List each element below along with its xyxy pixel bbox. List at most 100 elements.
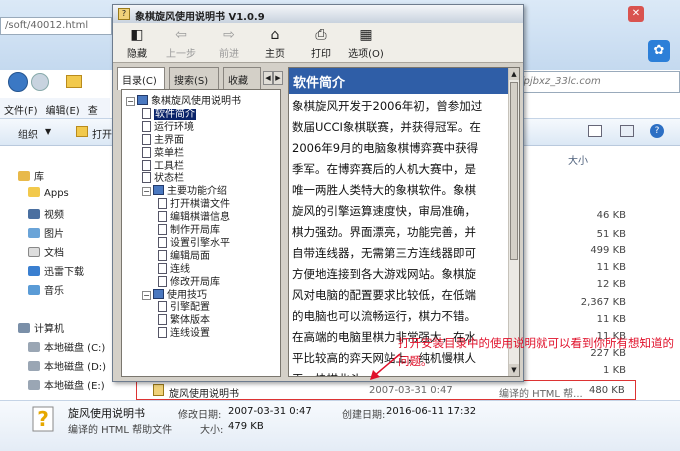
tree-item[interactable]: 设置引擎水平 bbox=[158, 236, 230, 250]
nav-item-music[interactable]: 音乐 bbox=[28, 282, 64, 297]
preview-pane-icon[interactable] bbox=[620, 125, 634, 137]
url-bar[interactable]: /soft/40012.html bbox=[0, 17, 112, 35]
tree-item-label: 连线设置 bbox=[170, 328, 210, 340]
nav-item-thunder[interactable]: 迅雷下载 bbox=[28, 263, 84, 278]
details-modified: 2007-03-31 0:47 bbox=[228, 406, 312, 417]
computer-icon bbox=[18, 323, 30, 333]
tree-item-label: 引擎配置 bbox=[170, 302, 210, 314]
nav-item-documents[interactable]: 文档 bbox=[28, 244, 64, 259]
nav-item-pictures[interactable]: 图片 bbox=[28, 225, 64, 240]
scroll-up-icon[interactable]: ▲ bbox=[509, 68, 519, 80]
details-created: 2016-06-11 17:32 bbox=[386, 406, 477, 417]
tree-item-label: 连线 bbox=[170, 263, 190, 275]
options-icon: ▦ bbox=[359, 27, 373, 43]
tab-favorites[interactable]: 收藏 bbox=[223, 67, 261, 89]
page-icon bbox=[158, 236, 167, 248]
tab-contents[interactable]: 目录(C) bbox=[117, 67, 165, 90]
options-button[interactable]: ▦ 选项(O) bbox=[341, 25, 391, 60]
tree-item[interactable]: 繁体版本 bbox=[158, 314, 210, 327]
tree-item[interactable]: 修改开局库 bbox=[158, 275, 220, 289]
organize-button[interactable]: 组织 bbox=[18, 126, 38, 141]
window-close-icon[interactable]: ✕ bbox=[628, 6, 644, 22]
tree-item[interactable]: 状态栏 bbox=[142, 172, 184, 185]
folder-icon bbox=[28, 187, 40, 197]
tree-item[interactable]: 打开棋谱文件 bbox=[158, 198, 230, 211]
music-icon bbox=[28, 285, 40, 295]
nav-item-apps[interactable]: Apps bbox=[28, 187, 69, 199]
tree-item[interactable]: 菜单栏 bbox=[142, 146, 184, 160]
help-window-title: 象棋旋风使用说明书 V1.0.9 bbox=[113, 5, 523, 23]
tree-item[interactable]: 运行环境 bbox=[142, 120, 194, 134]
file-type: 编译的 HTML 帮... bbox=[499, 389, 583, 400]
video-icon bbox=[28, 209, 40, 219]
content-line: 的电脑也可以流畅运行，棋力不错。 bbox=[292, 309, 476, 323]
browser-logo-icon: ✿ bbox=[648, 40, 670, 62]
nav-drive-e[interactable]: 本地磁盘 (E:) bbox=[28, 377, 105, 392]
print-button[interactable]: ⎙ 打印 bbox=[299, 25, 343, 60]
forward-button[interactable] bbox=[31, 73, 49, 91]
tree-item[interactable]: − 主要功能介绍 bbox=[142, 185, 227, 198]
details-name: 旋风使用说明书 bbox=[68, 407, 145, 420]
tree-item[interactable]: 工具栏 bbox=[142, 159, 184, 173]
tree-item-label: 修改开局库 bbox=[170, 276, 220, 288]
nav-library[interactable]: 库 bbox=[18, 168, 44, 183]
view-options-icon[interactable] bbox=[588, 125, 602, 137]
tree-item-label: 主要功能介绍 bbox=[167, 186, 227, 198]
details-created-label: 创建日期: bbox=[342, 410, 386, 421]
content-line: 2006年9月的电脑象棋博弈赛中获得 bbox=[292, 141, 479, 155]
address-bar[interactable]: fpjbxz_33lc.com bbox=[515, 71, 680, 93]
page-icon bbox=[142, 146, 151, 158]
contents-tree: − 象棋旋风使用说明书 软件简介 运行环境 主界面 菜单栏 工具栏 状态栏 − 主要功能介绍 打开棋… bbox=[121, 89, 281, 377]
nav-item-videos[interactable]: 视频 bbox=[28, 206, 64, 221]
content-scrollbar[interactable]: ▲ ▼ bbox=[508, 68, 519, 376]
content-line: 唯一两胜人类特大的象棋软件。象棋 bbox=[292, 183, 476, 197]
tree-item-label: 繁体版本 bbox=[170, 315, 210, 327]
tree-item[interactable]: − 使用技巧 bbox=[142, 288, 207, 302]
tree-item-label: 软件简介 bbox=[154, 108, 196, 120]
page-icon bbox=[158, 224, 167, 235]
tree-item[interactable]: 软件简介 bbox=[142, 107, 196, 121]
nav-computer[interactable]: 计算机 bbox=[18, 320, 64, 335]
scrollbar-thumb[interactable] bbox=[510, 82, 518, 260]
tree-item[interactable]: 引擎配置 bbox=[158, 301, 210, 314]
size-column-header[interactable]: 大小 bbox=[568, 152, 588, 167]
page-icon bbox=[158, 262, 167, 274]
annotation-text: 打开安装目录中的使用说明就可以看到你所有想知道的问题。 bbox=[398, 336, 674, 368]
tab-search[interactable]: 搜索(S) bbox=[169, 67, 219, 89]
forward-button[interactable]: ⇨ 前进 bbox=[207, 25, 251, 60]
tree-item[interactable]: 连线设置 bbox=[158, 327, 210, 340]
tab-scroll-left-icon[interactable]: ◀ bbox=[263, 71, 273, 85]
file-size: 499 KB bbox=[590, 245, 626, 256]
tree-item[interactable]: 制作开局库 bbox=[158, 224, 220, 237]
tree-item[interactable]: 编辑局面 bbox=[158, 249, 210, 263]
page-icon bbox=[142, 159, 151, 171]
nav-drive-c[interactable]: 本地磁盘 (C:) bbox=[28, 339, 105, 354]
content-pane: 软件简介 象棋旋风开发于2006年初，曾参加过 数届UCCI象棋联赛，并获得冠军。… bbox=[288, 67, 520, 377]
collapse-toggle-icon[interactable]: − bbox=[126, 97, 135, 106]
tree-item-label: 运行环境 bbox=[154, 121, 194, 133]
tree-item[interactable]: 主界面 bbox=[142, 133, 184, 147]
open-button[interactable]: 打开 bbox=[92, 126, 112, 141]
back-button[interactable]: ⇦ 上一步 bbox=[159, 25, 203, 60]
help-icon[interactable]: ? bbox=[650, 124, 664, 138]
page-icon bbox=[158, 211, 167, 223]
hide-button[interactable]: ◧ 隐藏 bbox=[115, 25, 159, 60]
library-icon bbox=[18, 171, 30, 181]
back-button[interactable] bbox=[8, 72, 28, 92]
tree-item[interactable]: − 象棋旋风使用说明书 bbox=[126, 95, 241, 108]
drive-icon bbox=[28, 380, 40, 390]
home-button[interactable]: ⌂ 主页 bbox=[253, 25, 297, 60]
page-icon bbox=[158, 301, 167, 313]
collapse-toggle-icon[interactable]: − bbox=[142, 187, 151, 197]
tree-item[interactable]: 连线 bbox=[158, 262, 190, 276]
tab-scroll-right-icon[interactable]: ▶ bbox=[273, 71, 283, 85]
collapse-toggle-icon[interactable]: − bbox=[142, 290, 151, 300]
hide-icon: ◧ bbox=[130, 27, 144, 43]
tree-item-label: 工具栏 bbox=[154, 160, 184, 172]
details-size: 479 KB bbox=[228, 421, 264, 432]
tree-item-label: 制作开局库 bbox=[170, 225, 220, 236]
file-size: 11 KB bbox=[596, 262, 626, 273]
tree-item[interactable]: 编辑棋谱信息 bbox=[158, 211, 230, 224]
nav-drive-d[interactable]: 本地磁盘 (D:) bbox=[28, 358, 106, 373]
page-icon bbox=[158, 249, 167, 261]
